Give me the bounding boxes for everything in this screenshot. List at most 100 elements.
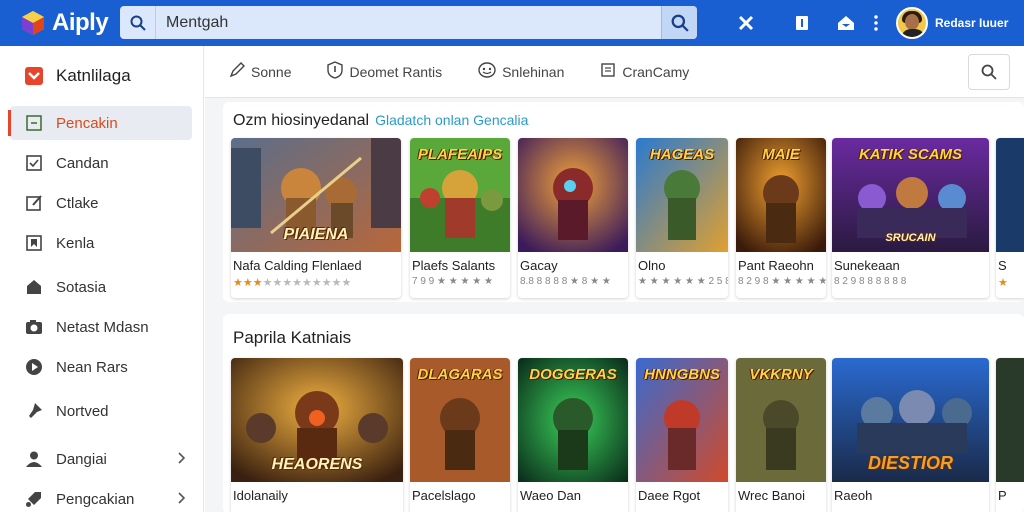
game-title: Waeo Dan bbox=[520, 488, 581, 503]
game-thumbnail: DLAGARAS bbox=[410, 358, 510, 482]
sidebar-item-label: Kenla bbox=[56, 234, 95, 252]
main-content: Sonne Deomet Rantis Snlehinan CranCamy O… bbox=[205, 46, 1024, 512]
game-thumbnail: HNNGBNS bbox=[636, 358, 728, 482]
game-thumbnail bbox=[518, 138, 628, 252]
filter-snlehinan[interactable]: Snlehinan bbox=[478, 62, 564, 81]
chevron-right-icon bbox=[177, 451, 186, 468]
inbox-icon[interactable] bbox=[828, 0, 864, 46]
sidebar-item-pengcakian[interactable]: Pengcakian bbox=[0, 482, 203, 512]
thumbnail-label: PLAFEAIPS bbox=[417, 146, 503, 163]
close-icon[interactable] bbox=[728, 0, 764, 46]
game-thumbnail: MAIE bbox=[736, 138, 826, 252]
filter-search-button[interactable] bbox=[968, 54, 1010, 90]
game-card[interactable]: HAGEAS Olno ★ ★ ★ ★ ★ ★ 2 5 8 bbox=[636, 138, 728, 298]
search-input[interactable] bbox=[156, 6, 661, 39]
thumbnail-label: KATIK SCAMS bbox=[858, 146, 963, 163]
sidebar-header[interactable]: Katnlilaga bbox=[0, 46, 203, 106]
game-title: Daee Rgot bbox=[638, 488, 701, 503]
game-thumbnail: HAGEAS bbox=[636, 138, 728, 252]
camera-icon bbox=[24, 317, 44, 337]
game-card[interactable]: DOGGERAS Waeo Dan bbox=[518, 358, 628, 512]
info-icon[interactable] bbox=[784, 0, 820, 46]
app-logo-icon bbox=[22, 11, 44, 35]
bookmark-icon bbox=[24, 233, 44, 253]
edit-icon bbox=[24, 193, 44, 213]
thumbnail-label: DOGGERAS bbox=[529, 366, 617, 383]
section-title: Paprila Katniais bbox=[233, 328, 352, 347]
game-card[interactable]: PLAFEAIPS Plaefs Salants 7 9 9 ★ ★ ★ ★ ★ bbox=[410, 138, 510, 298]
user-icon bbox=[24, 449, 44, 469]
game-title: Sunekeaan bbox=[834, 258, 900, 273]
sidebar-item-pencakin[interactable]: Pencakin bbox=[8, 106, 192, 140]
game-card[interactable]: DIESTIOR Raeoh bbox=[832, 358, 989, 512]
game-title: P bbox=[998, 488, 1007, 503]
section-subtitle-link[interactable]: Gladatch onlan Gencalia bbox=[375, 112, 528, 128]
filter-label: Deomet Rantis bbox=[349, 63, 443, 80]
game-card[interactable]: HEAORENS Idolanaily bbox=[231, 358, 403, 512]
document-icon bbox=[600, 62, 616, 81]
sidebar-item-dangiai[interactable]: Dangiai bbox=[0, 442, 203, 476]
game-card[interactable]: VKKRNY Wrec Banoi bbox=[736, 358, 826, 512]
checklist-icon bbox=[24, 153, 44, 173]
rating-stars: ★ bbox=[998, 277, 1008, 289]
game-card[interactable]: S ★ bbox=[996, 138, 1024, 298]
app-name: Aiply bbox=[52, 9, 109, 36]
filter-label: Snlehinan bbox=[502, 63, 565, 80]
game-title: Pant Raeohn bbox=[738, 258, 814, 273]
brand[interactable]: Aiply bbox=[0, 9, 120, 37]
thumbnail-sublabel: SRUCAIN bbox=[885, 232, 936, 244]
game-card[interactable]: KATIK SCAMS SRUCAIN Sunekeaan 8 2 9 8 8 … bbox=[832, 138, 989, 298]
game-card[interactable]: P bbox=[996, 358, 1024, 512]
thumbnail-label: DLAGARAS bbox=[417, 366, 503, 383]
rating-stars: ★★★★★★★★★★★★ bbox=[233, 277, 352, 289]
sidebar-item-label: Pencakin bbox=[56, 114, 118, 132]
sidebar-item-candan[interactable]: Candan bbox=[0, 146, 203, 180]
game-title: Pacelslago bbox=[412, 488, 476, 503]
sidebar-item-sotasia[interactable]: Sotasia bbox=[0, 270, 203, 304]
game-thumbnail: KATIK SCAMS SRUCAIN bbox=[832, 138, 989, 252]
sidebar: Katnlilaga Pencakin Candan Ctlake Kenla … bbox=[0, 46, 204, 512]
game-thumbnail: PIAIENA bbox=[231, 138, 401, 252]
filter-sonne[interactable]: Sonne bbox=[229, 62, 291, 81]
top-actions bbox=[728, 0, 888, 46]
game-card[interactable]: HNNGBNS Daee Rgot bbox=[636, 358, 728, 512]
game-card[interactable]: PIAIENA Nafa Calding Flenlaed ★★★★★★★★★★… bbox=[231, 138, 401, 298]
game-title: Idolanaily bbox=[233, 488, 288, 503]
game-card[interactable]: MAIE Pant Raeohn 8 2 9 8 ★ ★ ★ ★ ★ bbox=[736, 138, 826, 298]
game-thumbnail: HEAORENS bbox=[231, 358, 403, 482]
sidebar-item-nean-rars[interactable]: Nean Rars bbox=[0, 350, 203, 384]
more-vertical-icon[interactable] bbox=[864, 0, 888, 46]
game-card[interactable]: DLAGARAS Pacelslago bbox=[410, 358, 510, 512]
top-bar: Aiply Redasr Iuuer bbox=[0, 0, 1024, 46]
game-thumbnail: VKKRNY bbox=[736, 358, 826, 482]
game-title: Plaefs Salants bbox=[412, 258, 496, 273]
sidebar-item-netast-mdasn[interactable]: Netast Mdasn bbox=[0, 310, 203, 344]
square-icon bbox=[24, 113, 44, 133]
section-recommended: Ozm hiosinyedanal Gladatch onlan Gencalia… bbox=[223, 102, 1024, 302]
sidebar-item-label: Nortved bbox=[56, 402, 109, 420]
shield-logo-icon bbox=[25, 67, 43, 85]
game-thumbnail: PLAFEAIPS bbox=[410, 138, 510, 252]
thumbnail-label: HEAORENS bbox=[271, 456, 363, 473]
search-button[interactable] bbox=[661, 6, 697, 39]
game-card[interactable]: Gacay 8.8 8 8 8 8 ★ 8 ★ ★ bbox=[518, 138, 628, 298]
user-profile[interactable]: Redasr Iuuer bbox=[896, 5, 1008, 41]
thumbnail-label: PIAIENA bbox=[283, 226, 349, 243]
game-title: Raeoh bbox=[834, 488, 873, 503]
filter-deomet-rantis[interactable]: Deomet Rantis bbox=[327, 61, 442, 82]
sidebar-item-kenla[interactable]: Kenla bbox=[0, 226, 203, 260]
game-title: S bbox=[998, 258, 1007, 273]
sidebar-item-ctlake[interactable]: Ctlake bbox=[0, 186, 203, 220]
rating-meta: ★ ★ ★ ★ ★ ★ 2 5 8 bbox=[638, 276, 728, 287]
game-title: Nafa Calding Flenlaed bbox=[233, 258, 362, 273]
filter-crancamy[interactable]: CranCamy bbox=[600, 62, 689, 81]
section-title-text: Ozm hiosinyedanal bbox=[233, 112, 370, 129]
search-icon bbox=[981, 64, 997, 80]
game-thumbnail: DOGGERAS bbox=[518, 358, 628, 482]
sidebar-item-label: Dangiai bbox=[56, 450, 107, 468]
tag-icon bbox=[24, 489, 44, 509]
filter-label: Sonne bbox=[251, 63, 292, 80]
thumbnail-label: MAIE bbox=[762, 146, 800, 163]
sidebar-item-nortved[interactable]: Nortved bbox=[0, 394, 203, 428]
sidebar-item-label: Nean Rars bbox=[56, 358, 128, 376]
